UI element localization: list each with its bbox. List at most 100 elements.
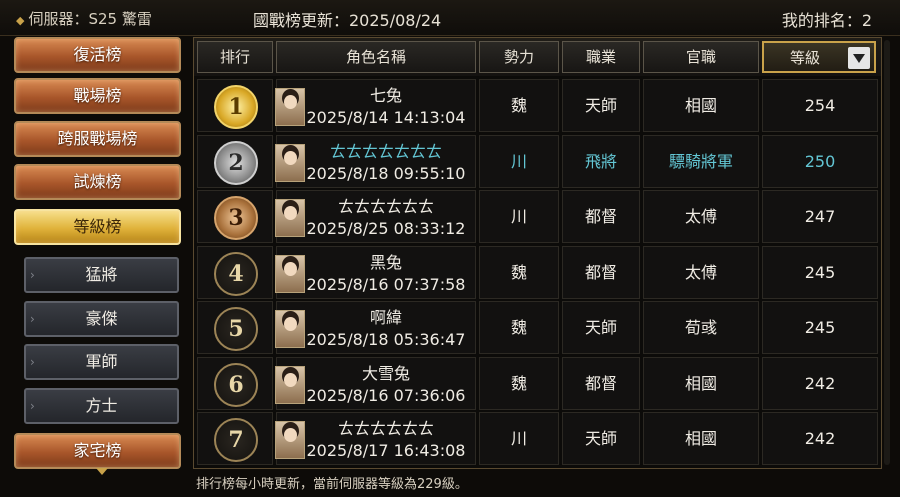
table-row[interactable]: 6 大雪兔 2025/8/16 07:36:06 魏都督 相國 242 xyxy=(194,356,881,412)
server-name: 伺服器：S25 驚雷 xyxy=(28,10,152,28)
title-cell: 荀彧 xyxy=(643,301,759,354)
ranking-table: 排行 角色名稱 勢力 職業 官職 等級 1 七兔 2025/8/14 14:13:0… xyxy=(193,37,882,469)
character-cell[interactable]: ㄊㄊㄊㄊㄊㄊ 2025/8/25 08:33:12 xyxy=(275,190,476,243)
sub-tab-label: 軍師 xyxy=(85,352,118,371)
faction-cell: 川 xyxy=(479,190,559,243)
character-name: ㄊㄊㄊㄊㄊㄊㄊ xyxy=(329,141,442,161)
rank-medal-icon: 1 xyxy=(214,85,258,129)
level-cell: 250 xyxy=(762,134,878,188)
sub-tab-label: 方士 xyxy=(85,396,118,415)
chevron-right-icon: › xyxy=(30,399,35,413)
rank-cell: 4 xyxy=(197,245,273,299)
col-level-label: 等級 xyxy=(789,49,820,67)
sub-tab-label: 豪傑 xyxy=(85,309,118,328)
character-time: 2025/8/16 07:36:06 xyxy=(306,385,466,405)
level-cell: 254 xyxy=(762,79,878,132)
tab-revival-ranking[interactable]: 復活榜 xyxy=(14,37,181,73)
profession-cell: 都督 xyxy=(562,356,640,410)
chevron-right-icon: › xyxy=(30,312,35,326)
diamond-icon: ◆ xyxy=(16,14,25,27)
character-name: 大雪兔 xyxy=(361,363,410,383)
sub-tab-sorcerer[interactable]: › 方士 xyxy=(24,388,179,424)
character-name: 七兔 xyxy=(369,86,402,105)
level-cell: 247 xyxy=(762,190,878,243)
title-cell: 相國 xyxy=(643,356,759,410)
rank-cell: 1 xyxy=(197,79,273,132)
character-name: 啊緯 xyxy=(369,308,402,327)
table-row[interactable]: 5 啊緯 2025/8/18 05:36:47 魏天師 荀彧 245 xyxy=(194,301,881,356)
faction-cell: 魏 xyxy=(479,79,559,132)
rank-cell: 6 xyxy=(197,356,273,410)
rank-cell: 2 xyxy=(197,134,273,188)
footer-note: 排行榜每小時更新，當前伺服器等級為229級。 xyxy=(196,477,468,492)
col-rank[interactable]: 排行 xyxy=(197,41,273,73)
profession-cell: 天師 xyxy=(562,79,640,132)
sub-tab-strategist[interactable]: › 軍師 xyxy=(24,344,179,380)
character-cell[interactable]: 啊緯 2025/8/18 05:36:47 xyxy=(275,301,476,354)
title-cell: 太傅 xyxy=(643,190,759,243)
title-cell: 太傅 xyxy=(643,245,759,299)
character-time: 2025/8/18 05:36:47 xyxy=(306,330,466,349)
level-cell: 242 xyxy=(762,412,878,465)
tab-battlefield-ranking[interactable]: 戰場榜 xyxy=(14,78,181,114)
faction-cell: 川 xyxy=(479,134,559,188)
table-row[interactable]: 1 七兔 2025/8/14 14:13:04 魏天師 相國 254 xyxy=(194,79,881,134)
character-cell[interactable]: 七兔 2025/8/14 14:13:04 xyxy=(275,79,476,132)
ranking-update-date: 國戰榜更新：2025/08/24 xyxy=(253,11,442,30)
table-scrollbar[interactable] xyxy=(884,40,890,465)
rank-medal-icon: 5 xyxy=(214,307,258,351)
dropdown-triangle-icon[interactable] xyxy=(848,47,870,69)
character-time: 2025/8/16 07:37:58 xyxy=(306,274,466,294)
col-profession[interactable]: 職業 xyxy=(562,41,640,73)
rank-medal-icon: 2 xyxy=(214,140,258,185)
title-cell: 相國 xyxy=(643,412,759,465)
character-time: 2025/8/25 08:33:12 xyxy=(306,219,466,238)
level-cell: 245 xyxy=(762,301,878,354)
character-cell[interactable]: ㄊㄊㄊㄊㄊㄊㄊ 2025/8/18 09:55:10 xyxy=(275,134,476,188)
col-character-name[interactable]: 角色名稱 xyxy=(276,41,476,73)
level-cell: 245 xyxy=(762,245,878,299)
table-row[interactable]: 4 黑兔 2025/8/16 07:37:58 魏都督 太傅 245 xyxy=(194,245,881,301)
chevron-right-icon: › xyxy=(30,355,35,369)
rank-cell: 3 xyxy=(197,190,273,243)
character-cell[interactable]: 黑兔 2025/8/16 07:37:58 xyxy=(275,245,476,299)
rank-cell: 5 xyxy=(197,301,273,354)
profession-cell: 都督 xyxy=(562,245,640,299)
col-level[interactable]: 等級 xyxy=(762,41,876,73)
character-time: 2025/8/17 16:43:08 xyxy=(306,441,466,460)
faction-cell: 魏 xyxy=(479,356,559,410)
table-row[interactable]: 7 ㄊㄊㄊㄊㄊㄊ 2025/8/17 16:43:08 川天師 相國 242 xyxy=(194,412,881,467)
table-row[interactable]: 3 ㄊㄊㄊㄊㄊㄊ 2025/8/25 08:33:12 川都督 太傅 247 xyxy=(194,190,881,245)
tab-residence-ranking[interactable]: 家宅榜 xyxy=(14,433,181,469)
profession-cell: 天師 xyxy=(562,412,640,465)
tab-cross-server-ranking[interactable]: 跨服戰場榜 xyxy=(14,121,181,157)
profession-cell: 天師 xyxy=(562,301,640,354)
col-faction[interactable]: 勢力 xyxy=(479,41,559,73)
rank-medal-icon: 6 xyxy=(214,362,258,407)
sidebar: 復活榜 戰場榜 跨服戰場榜 試煉榜 等級榜 › 猛將 › 豪傑 › 軍師 › 方士 家宅… xyxy=(10,36,185,491)
character-time: 2025/8/14 14:13:04 xyxy=(306,108,466,127)
tab-trial-ranking[interactable]: 試煉榜 xyxy=(14,164,181,200)
character-name: 黑兔 xyxy=(369,252,402,272)
profession-cell: 都督 xyxy=(562,190,640,243)
my-rank: 我的排名：2 xyxy=(781,11,872,30)
col-title[interactable]: 官職 xyxy=(643,41,759,73)
rank-cell: 7 xyxy=(197,412,273,465)
tab-level-ranking[interactable]: 等級榜 xyxy=(14,209,181,245)
sub-tab-warrior[interactable]: › 猛將 xyxy=(24,257,179,293)
character-name: ㄊㄊㄊㄊㄊㄊ xyxy=(337,419,434,438)
title-cell: 驃騎將軍 xyxy=(643,134,759,188)
scroll-down-icon[interactable] xyxy=(96,468,108,475)
rank-medal-icon: 4 xyxy=(214,251,258,296)
character-time: 2025/8/18 09:55:10 xyxy=(306,163,466,183)
chevron-right-icon: › xyxy=(30,268,35,282)
title-cell: 相國 xyxy=(643,79,759,132)
character-cell[interactable]: ㄊㄊㄊㄊㄊㄊ 2025/8/17 16:43:08 xyxy=(275,412,476,465)
rank-medal-icon: 7 xyxy=(214,418,258,462)
rank-medal-icon: 3 xyxy=(214,196,258,240)
character-cell[interactable]: 大雪兔 2025/8/16 07:36:06 xyxy=(275,356,476,410)
sub-tab-hero[interactable]: › 豪傑 xyxy=(24,301,179,337)
level-cell: 242 xyxy=(762,356,878,410)
sub-tab-label: 猛將 xyxy=(85,265,118,284)
table-row[interactable]: 2 ㄊㄊㄊㄊㄊㄊㄊ 2025/8/18 09:55:10 川飛將 驃騎將軍 250 xyxy=(194,134,881,190)
